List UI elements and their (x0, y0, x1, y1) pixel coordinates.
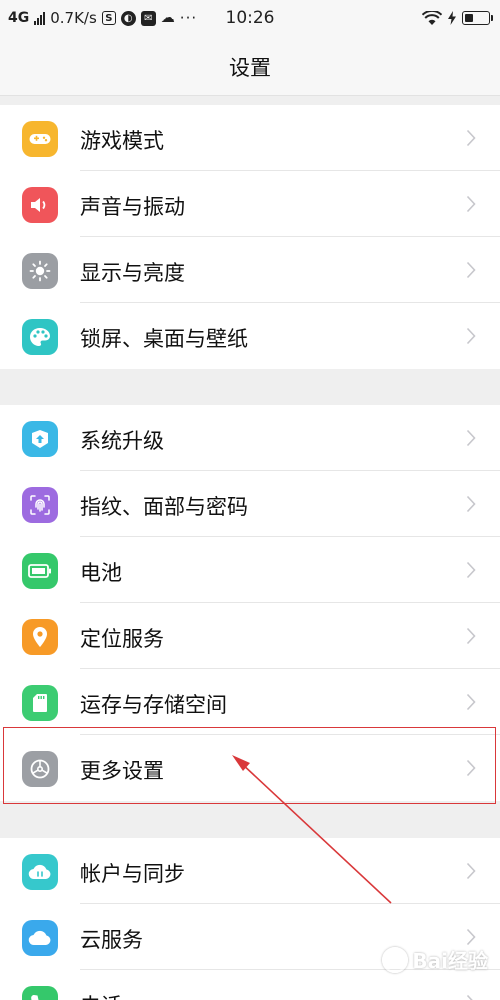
network-speed: 0.7K/s (50, 9, 97, 27)
fingerprint-icon (22, 487, 58, 523)
setting-item-account-sync[interactable]: 帐户与同步 (0, 838, 500, 904)
sun-icon (22, 253, 58, 289)
setting-item-label: 电池 (80, 561, 122, 585)
phone-icon (22, 986, 58, 1000)
gear-icon (22, 751, 58, 787)
page-title: 设置 (229, 56, 271, 80)
chevron-right-icon (466, 693, 476, 715)
cloud-sync-icon (22, 854, 58, 890)
cloud-icon: ☁ (160, 10, 175, 26)
upgrade-box-icon (22, 421, 58, 457)
chevron-right-icon (466, 429, 476, 451)
chevron-right-icon (466, 627, 476, 649)
palette-icon (22, 319, 58, 355)
location-pin-icon (22, 619, 58, 655)
setting-item-cloud-service[interactable]: 云服务 (0, 904, 500, 970)
setting-item-label: 系统升级 (80, 429, 164, 453)
chevron-right-icon (466, 195, 476, 217)
sd-card-icon (22, 685, 58, 721)
chevron-right-icon (466, 561, 476, 583)
chevron-right-icon (466, 928, 476, 950)
chevron-right-icon (466, 994, 476, 1000)
setting-item-ram-storage[interactable]: 运存与存储空间 (0, 669, 500, 735)
setting-item-fingerprint-face-password[interactable]: 指纹、面部与密码 (0, 471, 500, 537)
setting-item-location-service[interactable]: 定位服务 (0, 603, 500, 669)
battery-icon (462, 11, 493, 25)
settings-group-1: 游戏模式 声音与振动 显示与亮度 锁屏、桌面与壁纸 (0, 105, 500, 369)
status-bar: 4G 0.7K/s S ◐ ✉ ☁ ··· 10:26 (0, 0, 500, 36)
setting-item-label: 云服务 (80, 928, 143, 952)
setting-item-label: 锁屏、桌面与壁纸 (80, 327, 248, 351)
gamepad-icon (22, 121, 58, 157)
chevron-right-icon (466, 495, 476, 517)
chevron-right-icon (466, 862, 476, 884)
charging-icon (448, 11, 456, 25)
settings-group-2: 系统升级 指纹、面部与密码 电池 定位服务 运存与存储空间 更多设置 (0, 405, 500, 801)
cloud-service-icon (22, 920, 58, 956)
wifi-icon (422, 10, 442, 26)
status-bar-right (422, 8, 493, 28)
setting-item-battery[interactable]: 电池 (0, 537, 500, 603)
setting-item-sound-vibration[interactable]: 声音与振动 (0, 171, 500, 237)
setting-item-label: 声音与振动 (80, 195, 185, 219)
setting-item-label: 更多设置 (80, 759, 164, 783)
signal-bars-icon (34, 11, 46, 25)
setting-item-label: 定位服务 (80, 627, 164, 651)
mail-icon: ✉ (140, 10, 156, 26)
setting-item-system-upgrade[interactable]: 系统升级 (0, 405, 500, 471)
chevron-right-icon (466, 759, 476, 781)
setting-item-display-brightness[interactable]: 显示与亮度 (0, 237, 500, 303)
chevron-right-icon (466, 261, 476, 283)
setting-item-label: 运存与存储空间 (80, 693, 227, 717)
network-type: 4G (8, 10, 30, 26)
browser-icon: ◐ (120, 10, 136, 26)
setting-item-label: 指纹、面部与密码 (80, 495, 248, 519)
setting-item-game-mode[interactable]: 游戏模式 (0, 105, 500, 171)
setting-item-lockscreen-wallpaper[interactable]: 锁屏、桌面与壁纸 (0, 303, 500, 369)
setting-item-more-settings[interactable]: 更多设置 (0, 735, 500, 801)
chevron-right-icon (466, 129, 476, 151)
chevron-right-icon (466, 327, 476, 349)
setting-item-label: 显示与亮度 (80, 261, 185, 285)
battery-setting-icon (22, 553, 58, 589)
more-notifications-icon: ··· (179, 9, 198, 27)
title-bar: 设置 (0, 36, 500, 96)
battery-level-fill (465, 14, 473, 22)
status-bar-left: 4G 0.7K/s S ◐ ✉ ☁ ··· (8, 8, 197, 28)
setting-item-label: 游戏模式 (80, 129, 164, 153)
speaker-icon (22, 187, 58, 223)
setting-item-label: 电话 (80, 990, 122, 1000)
setting-item-label: 帐户与同步 (80, 862, 185, 886)
setting-item-phone[interactable]: 电话 (0, 970, 500, 1000)
sim-s-icon: S (101, 11, 116, 25)
settings-group-3: 帐户与同步 云服务 电话 (0, 838, 500, 1000)
settings-screen: 4G 0.7K/s S ◐ ✉ ☁ ··· 10:26 设置 游戏模式 声音与振… (0, 0, 500, 1000)
